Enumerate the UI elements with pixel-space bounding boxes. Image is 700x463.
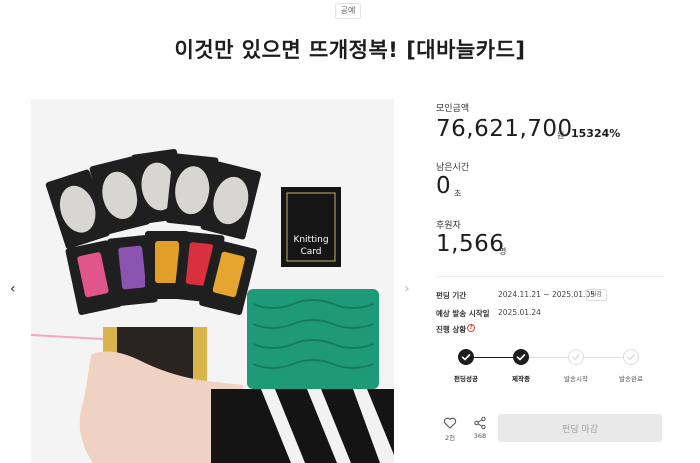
step-dot-funding-success: [458, 349, 474, 365]
check-icon: [627, 354, 635, 361]
ship-label: 예상 발송 시작일: [436, 309, 490, 318]
period-status-badge: 마감: [586, 289, 607, 301]
chevron-left-icon[interactable]: ‹: [10, 281, 16, 297]
share-icon[interactable]: [473, 416, 487, 430]
divider: [436, 276, 663, 277]
check-icon: [572, 354, 580, 361]
product-image: Knitting Card: [31, 99, 394, 463]
share-count: 368: [473, 432, 487, 440]
amount-label: 모인금액: [436, 104, 470, 114]
backers-value: 1,566: [436, 231, 505, 257]
time-label: 남은시간: [436, 163, 470, 173]
like-count: 2천: [444, 434, 456, 442]
amount-unit: 원: [557, 131, 565, 140]
ship-value: 2025.01.24: [498, 308, 541, 317]
step-label-in-production: 제작중: [512, 375, 530, 383]
funding-closed-button[interactable]: 펀딩 마감: [498, 414, 662, 442]
check-icon: [516, 354, 526, 361]
status-label: 진행 상황: [436, 325, 467, 334]
period-label: 펀딩 기간: [436, 291, 467, 300]
chevron-right-icon[interactable]: ›: [404, 281, 410, 297]
amount-percent: 15324%: [571, 127, 621, 140]
step-label-shipping-start: 발송시작: [564, 375, 588, 383]
category-tag[interactable]: 공예: [335, 3, 361, 19]
backers-unit: 명: [499, 247, 507, 256]
time-value: 0: [436, 173, 452, 199]
heart-icon[interactable]: [443, 416, 457, 430]
period-value: 2024.11.21 ~ 2025.01.05: [498, 290, 595, 299]
step-label-shipping-complete: 발송완료: [619, 375, 643, 383]
card-box-label-2: Card: [300, 247, 321, 257]
step-dot-shipping-start: [568, 349, 584, 365]
product-photo-illustration: Knitting Card: [31, 99, 394, 463]
help-icon[interactable]: ?: [467, 324, 475, 332]
time-unit: 초: [454, 189, 462, 198]
amount-value: 76,621,700: [436, 116, 573, 142]
step-dot-in-production: [513, 349, 529, 365]
step-dot-shipping-complete: [623, 349, 639, 365]
check-icon: [461, 354, 471, 361]
project-title: 이것만 있으면 뜨개정복! [대바늘카드]: [174, 38, 526, 62]
card-box-label-1: Knitting: [293, 235, 328, 245]
step-label-funding-success: 펀딩성공: [454, 375, 478, 383]
backers-label: 후원자: [436, 221, 461, 231]
